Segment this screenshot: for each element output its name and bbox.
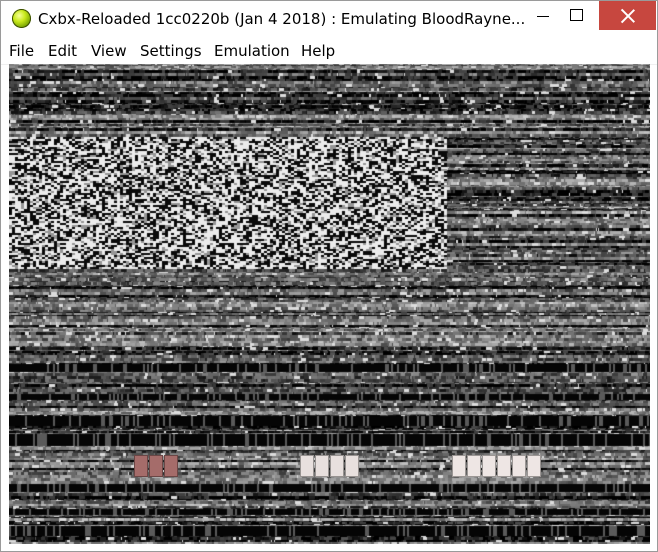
hud-bar-cell (315, 455, 329, 477)
menu-bar: File Edit View Settings Emulation Help (1, 38, 657, 65)
hud-bar-cell (164, 455, 178, 477)
hud-bar-cell (134, 455, 148, 477)
cxbx-orb-icon[interactable] (12, 9, 31, 28)
maximize-button[interactable] (554, 1, 598, 31)
hud-bar-cell (149, 455, 163, 477)
menu-help[interactable]: Help (301, 42, 335, 60)
hud-bar-cell (527, 455, 541, 477)
emulation-viewport[interactable] (9, 64, 650, 544)
title-bar[interactable]: Cxbx-Reloaded 1cc0220b (Jan 4 2018) : Em… (1, 1, 657, 37)
close-button[interactable] (599, 1, 656, 30)
hud-bar-cell (330, 455, 344, 477)
hud-bar-cell (467, 455, 481, 477)
hud-bar-cell (300, 455, 314, 477)
menu-edit[interactable]: Edit (48, 42, 77, 60)
window-title: Cxbx-Reloaded 1cc0220b (Jan 4 2018) : Em… (38, 10, 526, 28)
menu-view[interactable]: View (91, 42, 127, 60)
close-icon (620, 8, 636, 24)
hud-bar-cell (452, 455, 466, 477)
hud-bar-cell (482, 455, 496, 477)
hud-bar-cell (345, 455, 359, 477)
menu-file[interactable]: File (9, 42, 34, 60)
menu-emulation[interactable]: Emulation (214, 42, 290, 60)
hud-bar-cell (497, 455, 511, 477)
emulator-window: Cxbx-Reloaded 1cc0220b (Jan 4 2018) : Em… (0, 0, 658, 552)
hud-bar-cell (512, 455, 526, 477)
menu-settings[interactable]: Settings (140, 42, 202, 60)
